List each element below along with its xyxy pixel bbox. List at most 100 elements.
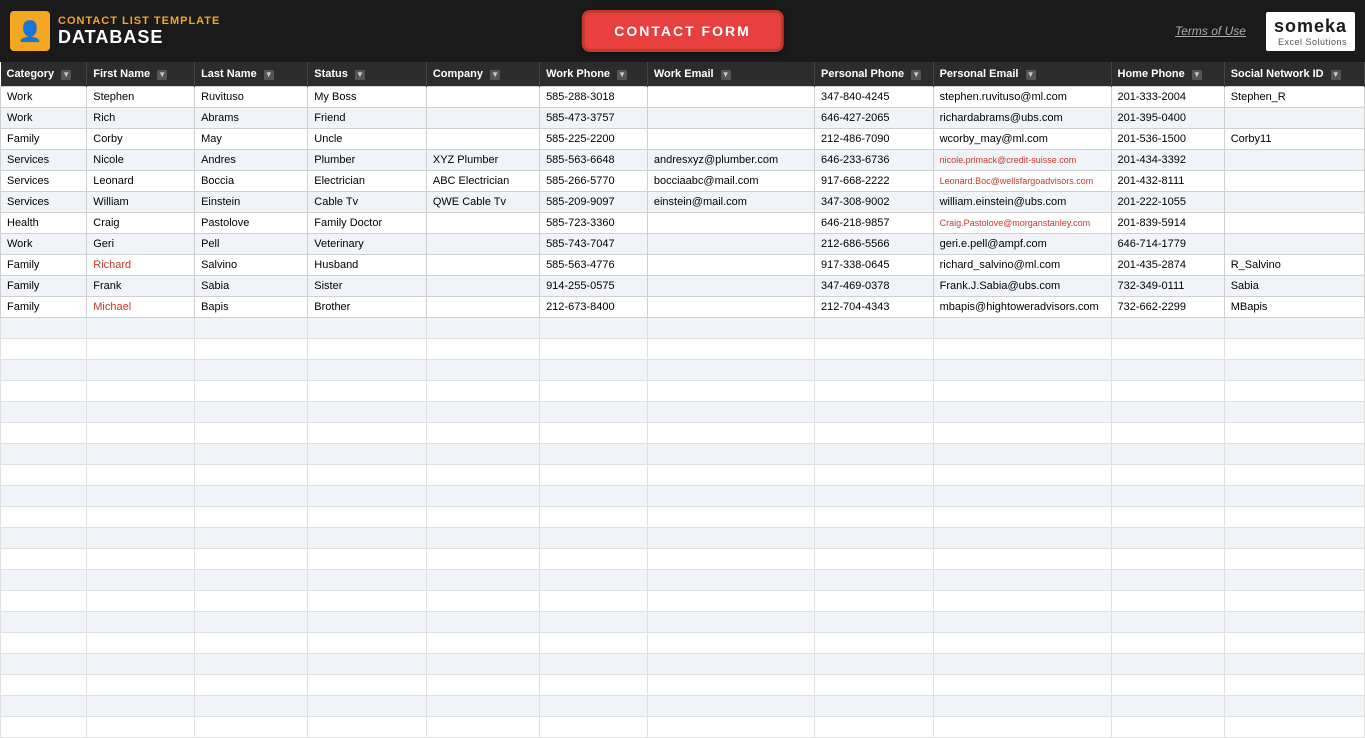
- terms-of-use-link[interactable]: Terms of Use: [1175, 24, 1246, 38]
- cell-empty: [426, 549, 539, 570]
- table-row-empty: [1, 402, 1365, 423]
- cell-empty: [1224, 444, 1364, 465]
- col-header-personal-phone[interactable]: Personal Phone ▼: [815, 62, 934, 87]
- cell-empty: [308, 360, 427, 381]
- table-row: FamilyMichaelBapisBrother212-673-8400212…: [1, 297, 1365, 318]
- cell-empty: [1224, 486, 1364, 507]
- table-row-empty: [1, 507, 1365, 528]
- filter-icon-company[interactable]: ▼: [490, 70, 500, 80]
- cell-empty: [308, 675, 427, 696]
- cell-empty: [426, 360, 539, 381]
- cell-empty: [1, 675, 87, 696]
- cell-personal_email: mbapis@hightoweradvisors.com: [933, 297, 1111, 318]
- table-row-empty: [1, 528, 1365, 549]
- cell-empty: [933, 507, 1111, 528]
- cell-empty: [1111, 654, 1224, 675]
- filter-icon-first-name[interactable]: ▼: [157, 70, 167, 80]
- cell-empty: [87, 339, 195, 360]
- cell-empty: [426, 381, 539, 402]
- cell-empty: [540, 717, 648, 738]
- cell-empty: [87, 612, 195, 633]
- cell-first_name: Rich: [87, 108, 195, 129]
- cell-empty: [426, 444, 539, 465]
- cell-empty: [647, 612, 814, 633]
- cell-empty: [933, 360, 1111, 381]
- cell-empty: [815, 591, 934, 612]
- col-header-social-id[interactable]: Social Network ID ▼: [1224, 62, 1364, 87]
- cell-empty: [426, 612, 539, 633]
- cell-empty: [195, 570, 308, 591]
- cell-empty: [426, 339, 539, 360]
- col-header-personal-email[interactable]: Personal Email ▼: [933, 62, 1111, 87]
- filter-icon-work-phone[interactable]: ▼: [617, 70, 627, 80]
- cell-empty: [426, 717, 539, 738]
- cell-empty: [308, 339, 427, 360]
- col-header-company[interactable]: Company ▼: [426, 62, 539, 87]
- col-header-home-phone[interactable]: Home Phone ▼: [1111, 62, 1224, 87]
- cell-empty: [1224, 675, 1364, 696]
- cell-status: Husband: [308, 255, 427, 276]
- cell-last_name: Ruvituso: [195, 87, 308, 108]
- cell-empty: [815, 486, 934, 507]
- cell-empty: [540, 612, 648, 633]
- cell-empty: [1, 381, 87, 402]
- cell-empty: [1224, 507, 1364, 528]
- cell-home_phone: 732-662-2299: [1111, 297, 1224, 318]
- col-header-last-name[interactable]: Last Name ▼: [195, 62, 308, 87]
- cell-first_name: Geri: [87, 234, 195, 255]
- cell-empty: [426, 675, 539, 696]
- cell-empty: [1, 507, 87, 528]
- cell-empty: [426, 654, 539, 675]
- cell-empty: [933, 423, 1111, 444]
- cell-empty: [1224, 717, 1364, 738]
- cell-empty: [308, 528, 427, 549]
- cell-empty: [1, 591, 87, 612]
- cell-empty: [87, 444, 195, 465]
- cell-empty: [815, 717, 934, 738]
- cell-empty: [195, 528, 308, 549]
- filter-icon-social-id[interactable]: ▼: [1331, 70, 1341, 80]
- filter-icon-last-name[interactable]: ▼: [264, 70, 274, 80]
- cell-status: Uncle: [308, 129, 427, 150]
- table-row: ServicesLeonardBocciaElectricianABC Elec…: [1, 171, 1365, 192]
- cell-category: Services: [1, 192, 87, 213]
- cell-empty: [87, 528, 195, 549]
- cell-home_phone: 201-333-2004: [1111, 87, 1224, 108]
- cell-empty: [1111, 696, 1224, 717]
- cell-status: Family Doctor: [308, 213, 427, 234]
- cell-empty: [1111, 402, 1224, 423]
- cell-empty: [87, 486, 195, 507]
- cell-personal_email: richard_salvino@ml.com: [933, 255, 1111, 276]
- contact-form-button[interactable]: CONTACT FORM: [581, 10, 784, 52]
- cell-social_id: [1224, 108, 1364, 129]
- filter-icon-work-email[interactable]: ▼: [721, 70, 731, 80]
- filter-icon-home-phone[interactable]: ▼: [1192, 70, 1202, 80]
- cell-empty: [933, 381, 1111, 402]
- col-header-category[interactable]: Category ▼: [1, 62, 87, 87]
- cell-empty: [1111, 360, 1224, 381]
- filter-icon-category[interactable]: ▼: [61, 70, 71, 80]
- someka-logo-text: someka: [1274, 16, 1347, 37]
- cell-empty: [933, 633, 1111, 654]
- cell-empty: [426, 318, 539, 339]
- header-title: DATABASE: [58, 27, 220, 48]
- cell-personal_phone: 212-486-7090: [815, 129, 934, 150]
- col-header-status[interactable]: Status ▼: [308, 62, 427, 87]
- someka-logo-sub: Excel Solutions: [1278, 37, 1347, 47]
- col-header-work-phone[interactable]: Work Phone ▼: [540, 62, 648, 87]
- cell-empty: [195, 465, 308, 486]
- cell-empty: [195, 402, 308, 423]
- cell-work_email: [647, 129, 814, 150]
- filter-icon-status[interactable]: ▼: [355, 70, 365, 80]
- cell-work_email: [647, 276, 814, 297]
- cell-last_name: Bapis: [195, 297, 308, 318]
- filter-icon-personal-email[interactable]: ▼: [1026, 70, 1036, 80]
- cell-home_phone: 201-536-1500: [1111, 129, 1224, 150]
- cell-company: [426, 255, 539, 276]
- col-header-first-name[interactable]: First Name ▼: [87, 62, 195, 87]
- col-header-work-email[interactable]: Work Email ▼: [647, 62, 814, 87]
- cell-work_email: [647, 108, 814, 129]
- cell-work_phone: 585-209-9097: [540, 192, 648, 213]
- table-row-empty: [1, 465, 1365, 486]
- filter-icon-personal-phone[interactable]: ▼: [911, 70, 921, 80]
